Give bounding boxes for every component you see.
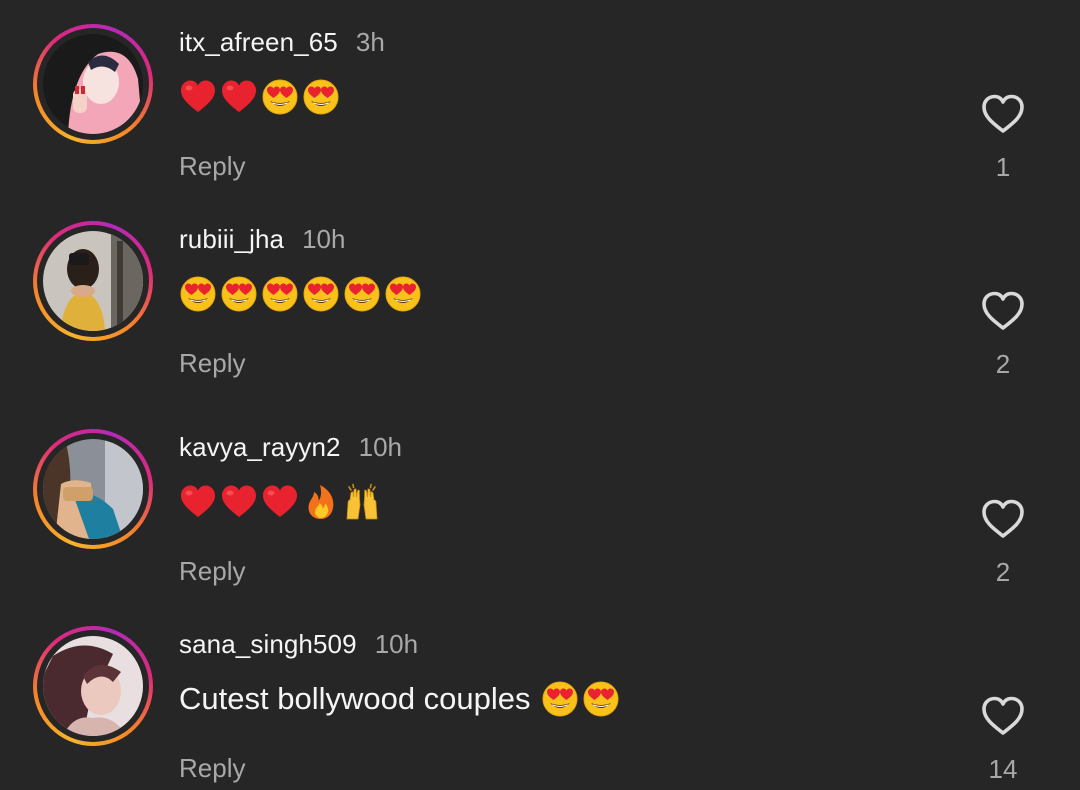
username[interactable]: sana_singh509	[179, 629, 357, 660]
heart-eyes-icon	[302, 275, 340, 313]
reply-button[interactable]: Reply	[179, 348, 245, 379]
like-count: 2	[995, 557, 1011, 587]
avatar-image	[43, 34, 143, 134]
comment-item: rubiii_jha 10h Reply 2	[0, 221, 1080, 391]
username[interactable]: itx_afreen_65	[179, 27, 338, 58]
heart-icon	[179, 78, 217, 116]
timestamp: 10h	[358, 432, 403, 462]
heart-eyes-icon	[261, 275, 299, 313]
reply-button[interactable]: Reply	[179, 753, 245, 784]
heart-icon	[220, 483, 258, 521]
comment-item: sana_singh509 10h Cutest bollywood coupl…	[0, 626, 1080, 790]
timestamp: 10h	[302, 224, 346, 254]
heart-eyes-icon	[302, 78, 340, 116]
heart-eyes-icon	[179, 275, 217, 313]
like-heart-icon[interactable]	[980, 695, 1026, 737]
heart-icon	[179, 483, 217, 521]
heart-eyes-icon	[541, 680, 579, 718]
heart-eyes-icon	[582, 680, 620, 718]
username[interactable]: kavya_rayyn2	[179, 432, 341, 463]
comment-text	[179, 479, 384, 525]
emoji-row	[541, 680, 623, 718]
comment-item: itx_afreen_65 3h Reply 1	[0, 24, 1080, 194]
like-heart-icon[interactable]	[980, 498, 1026, 540]
reply-button[interactable]: Reply	[179, 151, 245, 182]
comment-text: Cutest bollywood couples	[179, 676, 623, 722]
avatar-story-ring[interactable]	[33, 626, 153, 746]
comment-meta: rubiii_jha 10h	[179, 224, 345, 258]
heart-eyes-icon	[220, 275, 258, 313]
emoji-row	[179, 78, 343, 116]
timestamp: 10h	[374, 629, 419, 659]
avatar[interactable]	[43, 439, 143, 539]
like-heart-icon[interactable]	[980, 290, 1026, 332]
emoji-row	[179, 483, 384, 521]
username[interactable]: rubiii_jha	[179, 224, 284, 255]
heart-icon	[261, 483, 299, 521]
heart-eyes-icon	[384, 275, 422, 313]
like-count: 14	[988, 754, 1018, 784]
comment-text	[179, 271, 425, 317]
reply-button[interactable]: Reply	[179, 556, 245, 587]
heart-icon	[220, 78, 258, 116]
like-count: 1	[995, 152, 1011, 182]
avatar-image	[43, 636, 143, 736]
timestamp: 3h	[355, 27, 385, 57]
fire-icon	[302, 483, 340, 521]
comment-meta: kavya_rayyn2 10h	[179, 432, 402, 466]
comment-item: kavya_rayyn2 10h Reply 2	[0, 429, 1080, 599]
avatar-story-ring[interactable]	[33, 24, 153, 144]
avatar-story-ring[interactable]	[33, 221, 153, 341]
avatar-story-ring[interactable]	[33, 429, 153, 549]
emoji-row	[179, 275, 425, 313]
avatar[interactable]	[43, 636, 143, 736]
like-heart-icon[interactable]	[980, 93, 1026, 135]
comment-body: Cutest bollywood couples	[179, 681, 531, 716]
raising-hands-icon	[343, 483, 381, 521]
like-count: 2	[995, 349, 1011, 379]
avatar-image	[43, 439, 143, 539]
avatar[interactable]	[43, 231, 143, 331]
avatar-image	[43, 231, 143, 331]
comment-text	[179, 74, 343, 120]
heart-eyes-icon	[343, 275, 381, 313]
avatar[interactable]	[43, 34, 143, 134]
comment-meta: sana_singh509 10h	[179, 629, 418, 663]
heart-eyes-icon	[261, 78, 299, 116]
comment-meta: itx_afreen_65 3h	[179, 27, 385, 61]
